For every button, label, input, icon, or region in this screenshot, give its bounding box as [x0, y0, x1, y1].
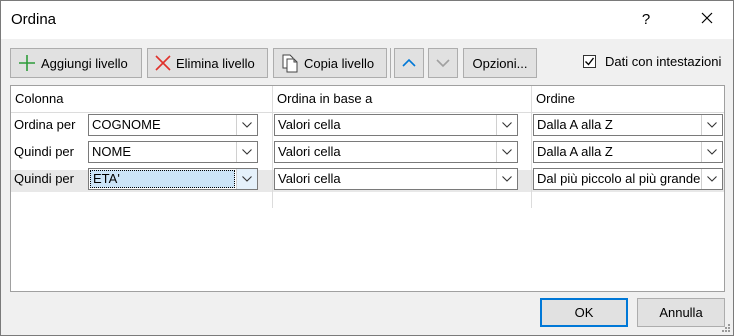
- headers-checkbox-label: Dati con intestazioni: [605, 54, 722, 69]
- copy-level-label: Copia livello: [304, 55, 375, 71]
- dropdown-button[interactable]: [496, 169, 517, 189]
- chevron-up-icon: [402, 58, 416, 67]
- column-select-value: COGNOME: [92, 117, 161, 132]
- options-button[interactable]: Opzioni...: [463, 48, 537, 78]
- grid-divider: [531, 86, 532, 208]
- chevron-down-icon: [242, 176, 252, 182]
- chevron-down-icon: [436, 59, 450, 68]
- order-select[interactable]: Dalla A alla Z: [533, 141, 723, 163]
- sort-on-select[interactable]: Valori cella: [274, 114, 518, 136]
- column-header: Colonna: [15, 91, 64, 106]
- dialog-title: Ordina: [11, 11, 57, 28]
- order-select-value: Dalla A alla Z: [537, 117, 613, 132]
- dropdown-button[interactable]: [496, 115, 517, 135]
- grid-divider: [272, 86, 273, 208]
- move-down-button[interactable]: [428, 48, 458, 78]
- headers-checkbox[interactable]: [583, 55, 596, 68]
- chevron-down-icon: [242, 122, 252, 128]
- sort-on-select-value: Valori cella: [278, 117, 341, 132]
- move-up-button[interactable]: [394, 48, 424, 78]
- options-label: Opzioni...: [472, 55, 528, 71]
- chevron-down-icon: [502, 149, 512, 155]
- close-icon: [701, 12, 713, 24]
- title-bar: Ordina ?: [1, 1, 733, 39]
- cancel-button[interactable]: Annulla: [637, 298, 725, 327]
- order-select-value: Dalla A alla Z: [537, 144, 613, 159]
- add-level-label: Aggiungi livello: [41, 55, 128, 71]
- sort-dialog: Ordina ? Aggiungi livello Elimina livell…: [0, 0, 734, 336]
- column-select[interactable]: NOME: [88, 141, 258, 163]
- grid-divider: [11, 112, 724, 113]
- sort-on-header: Ordina in base a: [277, 91, 373, 106]
- dropdown-button[interactable]: [701, 142, 722, 162]
- chevron-down-icon: [707, 176, 717, 182]
- order-header: Ordine: [536, 91, 576, 106]
- dropdown-button[interactable]: [236, 115, 257, 135]
- add-level-button[interactable]: Aggiungi livello: [10, 48, 142, 78]
- chevron-down-icon: [242, 149, 252, 155]
- dropdown-button[interactable]: [496, 142, 517, 162]
- chevron-down-icon: [502, 122, 512, 128]
- checkmark-icon: [585, 57, 595, 66]
- resize-grip-icon[interactable]: [721, 323, 731, 333]
- order-select[interactable]: Dal più piccolo al più grande: [533, 168, 723, 190]
- close-button[interactable]: [689, 5, 725, 35]
- copy-level-button[interactable]: Copia livello: [273, 48, 387, 78]
- ok-button[interactable]: OK: [540, 298, 628, 327]
- sort-on-select[interactable]: Valori cella: [274, 168, 518, 190]
- row-label: Quindi per: [14, 171, 74, 186]
- row-label: Quindi per: [14, 144, 74, 159]
- headers-checkbox-group[interactable]: Dati con intestazioni: [583, 54, 721, 69]
- sort-levels-grid: Colonna Ordina in base a Ordine Ordina p…: [10, 85, 725, 292]
- order-select[interactable]: Dalla A alla Z: [533, 114, 723, 136]
- dropdown-button[interactable]: [701, 169, 722, 189]
- chevron-down-icon: [707, 149, 717, 155]
- delete-level-label: Elimina livello: [176, 55, 255, 71]
- column-select[interactable]: COGNOME: [88, 114, 258, 136]
- delete-level-button[interactable]: Elimina livello: [147, 48, 268, 78]
- column-select-value: NOME: [92, 144, 131, 159]
- column-select-value: ETA': [90, 170, 235, 188]
- chevron-down-icon: [707, 122, 717, 128]
- dropdown-button[interactable]: [236, 142, 257, 162]
- sort-on-select-value: Valori cella: [278, 144, 341, 159]
- toolbar-separator: [390, 48, 391, 78]
- dropdown-button[interactable]: [236, 169, 257, 189]
- delete-x-icon: [155, 55, 171, 71]
- help-button[interactable]: ?: [631, 5, 661, 35]
- chevron-down-icon: [502, 176, 512, 182]
- copy-icon: [282, 54, 298, 73]
- sort-on-select[interactable]: Valori cella: [274, 141, 518, 163]
- order-select-value: Dal più piccolo al più grande: [537, 171, 700, 186]
- dropdown-button[interactable]: [701, 115, 722, 135]
- plus-icon: [19, 55, 35, 71]
- row-label: Ordina per: [14, 117, 76, 132]
- sort-on-select-value: Valori cella: [278, 171, 341, 186]
- column-select[interactable]: ETA': [88, 168, 258, 190]
